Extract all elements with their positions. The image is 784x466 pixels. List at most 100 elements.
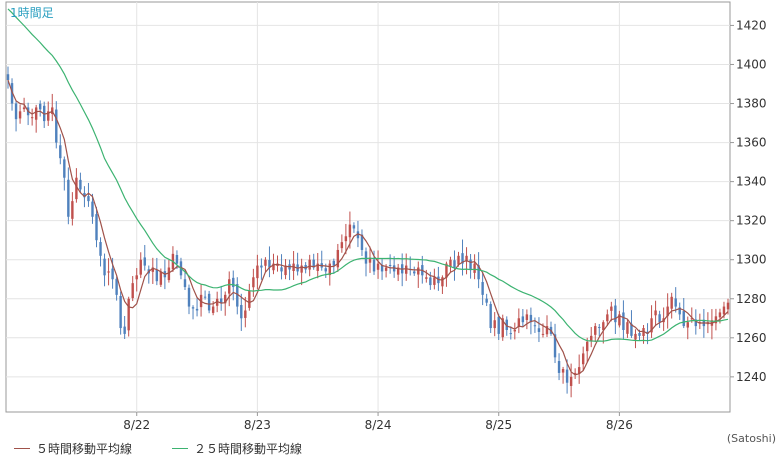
candle-body: [509, 333, 512, 335]
candle-body: [384, 267, 388, 271]
candle-body: [348, 224, 352, 238]
candle-body: [71, 201, 74, 219]
candle-body: [622, 312, 625, 330]
candle-body: [103, 258, 106, 276]
candle-body: [131, 283, 134, 299]
candle-body: [364, 251, 368, 264]
candle-body: [264, 259, 267, 266]
legend: ５時間移動平均線 ２５時間移動平均線: [14, 440, 302, 457]
candle-body: [376, 263, 380, 270]
candle-body: [485, 298, 488, 303]
x-tick-label: 8/23: [244, 418, 271, 432]
candle-body: [159, 271, 163, 285]
candle-body: [55, 109, 58, 143]
candle-body: [425, 277, 428, 279]
candle-body: [183, 279, 187, 288]
x-tick-label: 8/22: [123, 418, 150, 432]
candle-body: [127, 298, 130, 331]
candle-body: [99, 242, 102, 256]
candle-body: [441, 277, 444, 287]
candle-body: [497, 316, 500, 334]
candle-body: [340, 242, 344, 249]
candle-body: [34, 107, 38, 120]
candle-body: [244, 310, 247, 318]
x-tick-label: 8/25: [485, 418, 512, 432]
candle-body: [626, 322, 629, 334]
candle-body: [372, 259, 376, 272]
candle-body: [324, 268, 327, 272]
candle-body: [352, 225, 356, 229]
candle-body: [525, 314, 529, 320]
candle-body: [91, 201, 94, 217]
y-tick-label: 1360: [736, 136, 767, 150]
candle-body: [606, 314, 609, 322]
candle-body: [79, 179, 82, 190]
candle-body: [569, 376, 573, 386]
y-tick-label: 1400: [736, 57, 767, 71]
candlestick-chart: 1240 1260 1280 1300 1320 1340 1360 1380 1400 1420…: [5, 1, 767, 432]
candle-body: [191, 307, 195, 309]
candle-body: [594, 326, 597, 335]
candle-body: [59, 145, 62, 159]
candle-body: [256, 265, 259, 279]
candle-body: [252, 277, 255, 288]
candle-body: [513, 330, 517, 332]
source-label: (Satoshi): [726, 432, 776, 445]
candle-body: [493, 320, 496, 329]
legend-swatch-ma5: [14, 448, 30, 449]
candle-body: [119, 295, 122, 329]
candle-body: [481, 282, 484, 295]
candle-body: [155, 269, 159, 282]
candle-body: [211, 306, 215, 313]
candle-body: [718, 312, 722, 318]
x-tick-label: 8/24: [365, 418, 392, 432]
candle-body: [654, 310, 657, 316]
legend-label-ma25: ２５時間移動平均線: [194, 442, 303, 456]
candle-body: [308, 259, 311, 270]
candle-body: [95, 214, 98, 241]
legend-item-ma5: ５時間移動平均線: [14, 440, 132, 457]
candle-body: [541, 333, 545, 335]
candle-body: [565, 369, 569, 383]
candle-body: [457, 255, 460, 265]
candle-body: [187, 287, 191, 307]
y-tick-label: 1340: [736, 175, 767, 189]
candle-body: [219, 298, 223, 303]
plot-frame: [5, 1, 731, 413]
candle-body: [429, 277, 432, 286]
candle-body: [87, 196, 90, 202]
candle-body: [722, 306, 726, 315]
candle-body: [260, 265, 263, 268]
period-label: 1時間足: [10, 6, 54, 20]
candle-body: [610, 306, 613, 311]
candle-body: [561, 369, 565, 373]
y-tick-label: 1300: [736, 253, 767, 267]
y-tick-label: 1240: [736, 370, 767, 384]
candle-body: [63, 159, 66, 178]
candle-body: [248, 290, 251, 308]
candle-body: [139, 259, 142, 275]
candle-body: [280, 267, 283, 272]
candle-body: [433, 277, 436, 285]
candle-body: [581, 353, 585, 365]
candle-body: [674, 298, 677, 307]
x-tick-label: 8/26: [606, 418, 633, 432]
candle-body: [670, 296, 673, 309]
candle-body: [557, 361, 561, 373]
candle-body: [453, 260, 456, 268]
y-tick-label: 1420: [736, 18, 767, 32]
candle-body: [175, 254, 179, 264]
candle-body: [388, 264, 392, 266]
candle-body: [143, 257, 146, 266]
y-tick-label: 1260: [736, 331, 767, 345]
candle-body: [240, 304, 243, 319]
candle-body: [22, 107, 26, 110]
candle-body: [18, 111, 22, 119]
candle-body: [115, 278, 118, 295]
candle-body: [30, 117, 34, 119]
candle-body: [332, 260, 336, 266]
y-tick-label: 1280: [736, 292, 767, 306]
candle-body: [207, 293, 211, 311]
candle-body: [469, 259, 472, 270]
candle-body: [658, 314, 661, 323]
